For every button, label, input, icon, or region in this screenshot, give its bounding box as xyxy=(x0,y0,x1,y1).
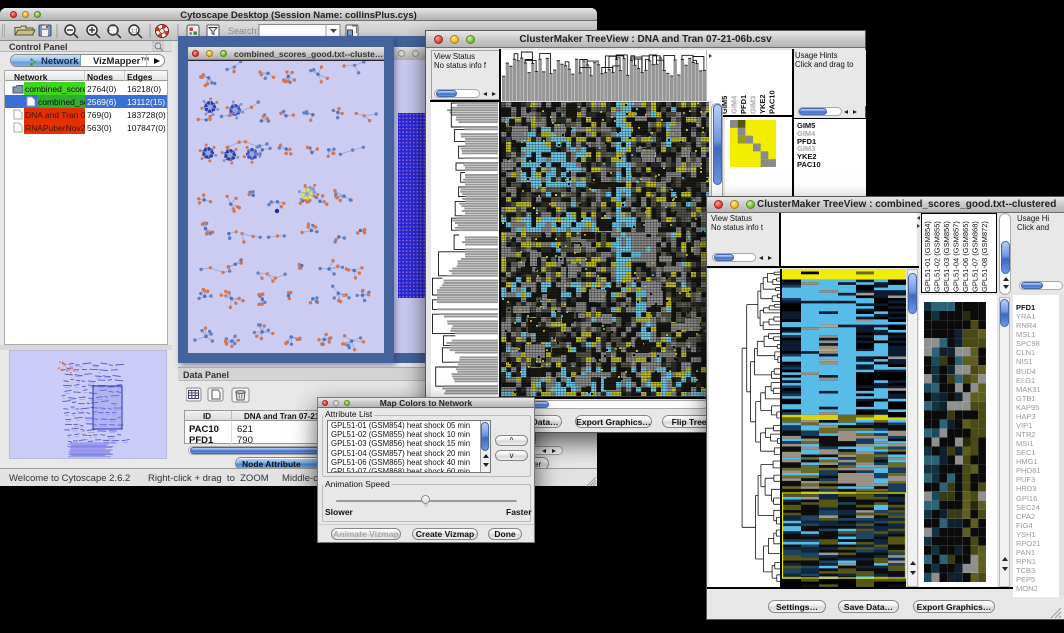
svg-text:GIM3: GIM3 xyxy=(749,96,758,114)
svg-text:PFD1: PFD1 xyxy=(739,95,748,114)
svg-text:Search:: Search: xyxy=(228,26,259,36)
svg-text:GPL51-08 (GSM872): GPL51-08 (GSM872) xyxy=(980,221,989,292)
svg-text:GPL51-02 (GSM855): GPL51-02 (GSM855) xyxy=(933,221,942,292)
svg-text:PAC10: PAC10 xyxy=(768,90,777,114)
svg-text:GPL51-06 (GSM865): GPL51-06 (GSM865) xyxy=(961,221,970,292)
svg-text:YKE2: YKE2 xyxy=(758,94,767,114)
svg-text:GPL51-04 (GSM857): GPL51-04 (GSM857) xyxy=(952,221,961,292)
svg-text:GIM4: GIM4 xyxy=(730,95,739,114)
svg-text:GPL51-03 (GSM856): GPL51-03 (GSM856) xyxy=(942,221,951,292)
svg-text:1:1: 1:1 xyxy=(131,29,138,35)
svg-text:GPL51-07 (GSM868): GPL51-07 (GSM868) xyxy=(971,221,980,292)
svg-text:GPL51-01 (GSM854): GPL51-01 (GSM854) xyxy=(923,221,932,292)
